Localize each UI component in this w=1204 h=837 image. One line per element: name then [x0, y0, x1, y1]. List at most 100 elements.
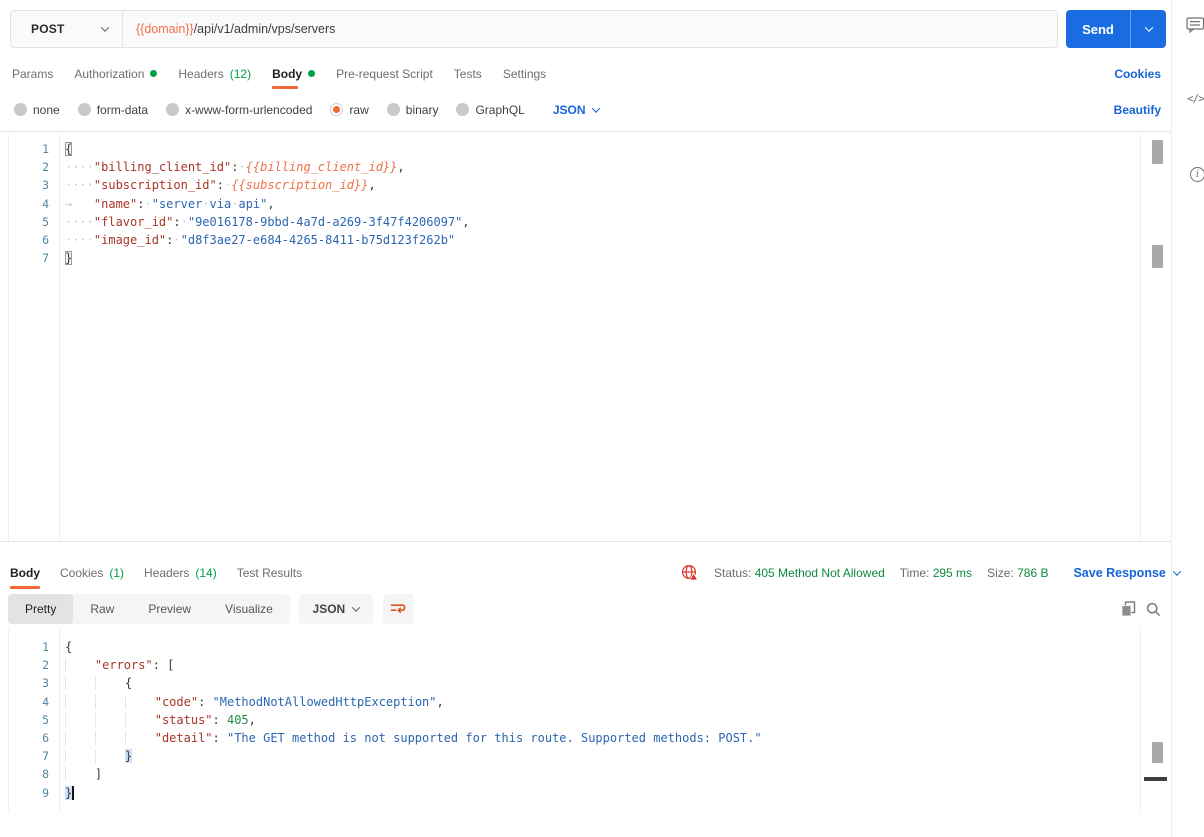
body-type-graphql[interactable]: GraphQL: [456, 102, 525, 117]
request-body-editor[interactable]: 1{2 ····"billing_client_id":·{{billing_cl…: [8, 134, 1163, 541]
tab-label: Authorization: [74, 66, 145, 81]
line-number: 5: [42, 712, 49, 727]
response-tab-test-results[interactable]: Test Results: [237, 556, 302, 589]
send-options-button[interactable]: [1130, 10, 1166, 48]
scrollbar-thumb[interactable]: [1152, 742, 1163, 763]
radio-icon: [14, 103, 27, 116]
tab-params[interactable]: Params: [12, 58, 53, 89]
code-snippet-icon[interactable]: </>: [1187, 92, 1204, 105]
response-view-switch: Pretty Raw Preview Visualize: [8, 594, 290, 624]
tab-body[interactable]: Body: [272, 58, 316, 89]
line-number: 8: [42, 767, 49, 782]
response-language-select[interactable]: JSON: [298, 594, 373, 624]
copy-icon[interactable]: [1120, 601, 1136, 617]
url-path: /api/v1/admin/vps/servers: [193, 22, 336, 36]
url-domain-variable: {{domain}}: [136, 22, 194, 36]
view-preview[interactable]: Preview: [131, 594, 208, 624]
line-number: 1: [42, 640, 49, 654]
tab-pre-request-script[interactable]: Pre-request Script: [336, 58, 433, 89]
tab-label: Headers: [144, 565, 190, 580]
request-code-lines: 1{2 ····"billing_client_id":·{{billing_cl…: [9, 140, 1140, 267]
body-type-options: none form-data x-www-form-urlencoded raw bin…: [14, 96, 1161, 123]
code-line: 1{: [9, 140, 1140, 158]
radio-label: GraphQL: [475, 102, 525, 117]
send-button[interactable]: Send: [1066, 10, 1130, 48]
line-number: 7: [42, 749, 49, 764]
tab-count: (12): [229, 66, 252, 81]
line-number: 6: [42, 232, 49, 247]
green-dot-icon: [150, 70, 158, 77]
tab-tests[interactable]: Tests: [454, 58, 482, 89]
radio-icon: [386, 103, 400, 116]
response-tab-body[interactable]: Body: [10, 556, 40, 589]
scrollbar-marker[interactable]: [1152, 245, 1163, 268]
url-input[interactable]: {{domain}}/api/v1/admin/vps/servers: [123, 11, 1057, 47]
line-number: 2: [42, 658, 49, 673]
radio-label: x-www-form-urlencoded: [185, 102, 313, 117]
green-dot-icon: [308, 70, 316, 77]
line-number: 4: [42, 694, 49, 709]
save-response-button[interactable]: Save Response: [1073, 566, 1182, 580]
code-line: 3 ····"subscription_id":·{{subscription_i…: [9, 176, 1140, 194]
tab-label: Body: [10, 565, 40, 580]
line-number: 6: [42, 730, 49, 745]
search-icon[interactable]: [1145, 601, 1161, 617]
response-body-editor[interactable]: 1{2 "errors": [3 {4 "code": "MethodNotAl…: [8, 628, 1167, 812]
request-url-group: POST {{domain}}/api/v1/admin/vps/servers: [10, 10, 1058, 48]
body-type-x-www-form-urlencoded[interactable]: x-www-form-urlencoded: [166, 103, 312, 117]
divider: [0, 541, 1171, 542]
divider: [0, 131, 1171, 132]
tab-label: Tests: [453, 66, 482, 81]
chevron-down-icon: [351, 603, 361, 612]
tab-count: (14): [195, 565, 217, 580]
code-line: 3 {: [9, 674, 1140, 692]
network-error-icon: [681, 564, 699, 580]
cookies-link[interactable]: Cookies: [1114, 58, 1161, 89]
postman-request-window: POST {{domain}}/api/v1/admin/vps/servers…: [0, 0, 1204, 837]
chevron-down-icon: [100, 23, 110, 32]
radio-icon: [166, 103, 180, 116]
chevron-down-icon: [1172, 566, 1182, 576]
body-type-form-data[interactable]: form-data: [77, 103, 148, 117]
code-line: 6 "detail": "The GET method is not suppo…: [9, 729, 1140, 747]
code-line: 7 }: [9, 747, 1140, 765]
code-line: 4 "code": "MethodNotAllowedHttpException…: [9, 693, 1140, 711]
tab-settings[interactable]: Settings: [503, 58, 546, 89]
wrap-text-button[interactable]: [382, 594, 414, 624]
wrap-text-icon: [391, 604, 406, 613]
view-visualize[interactable]: Visualize: [208, 594, 290, 624]
body-type-binary[interactable]: binary: [386, 103, 438, 117]
beautify-link[interactable]: Beautify: [1114, 96, 1161, 123]
response-tab-cookies[interactable]: Cookies (1): [60, 556, 124, 589]
tab-authorization[interactable]: Authorization: [74, 58, 158, 89]
text-cursor: [72, 785, 75, 800]
tab-count: (1): [109, 565, 125, 580]
scrollbar-thumb[interactable]: [1152, 140, 1163, 164]
tab-label: Headers: [178, 66, 224, 81]
body-type-raw[interactable]: raw: [330, 102, 369, 117]
code-line: 5 "status": 405,: [9, 711, 1140, 729]
code-line: 9}: [9, 784, 1140, 802]
radio-label: raw: [349, 102, 369, 117]
line-number: 4: [42, 196, 49, 211]
line-number: 3: [42, 178, 49, 193]
line-number: 2: [42, 160, 49, 175]
horizontal-scrollbar-thumb[interactable]: [1144, 777, 1167, 781]
tab-label: Cookies: [60, 565, 104, 580]
language-label: JSON: [552, 102, 586, 117]
comment-icon[interactable]: [1186, 17, 1204, 39]
body-language-select[interactable]: JSON: [552, 102, 600, 117]
view-pretty[interactable]: Pretty: [8, 594, 74, 624]
radio-icon: [77, 103, 91, 116]
code-line: 8 ]: [9, 765, 1140, 783]
send-split-button: Send: [1066, 10, 1166, 48]
line-number: 1: [42, 142, 49, 156]
method-select[interactable]: POST: [11, 11, 123, 47]
line-number: 3: [42, 676, 49, 691]
view-raw[interactable]: Raw: [73, 594, 131, 624]
tab-headers[interactable]: Headers (12): [178, 58, 251, 89]
code-line: 2 "errors": [: [9, 656, 1140, 674]
response-tab-headers[interactable]: Headers (14): [144, 556, 217, 589]
info-icon[interactable]: i: [1190, 167, 1204, 182]
body-type-none[interactable]: none: [14, 103, 60, 117]
